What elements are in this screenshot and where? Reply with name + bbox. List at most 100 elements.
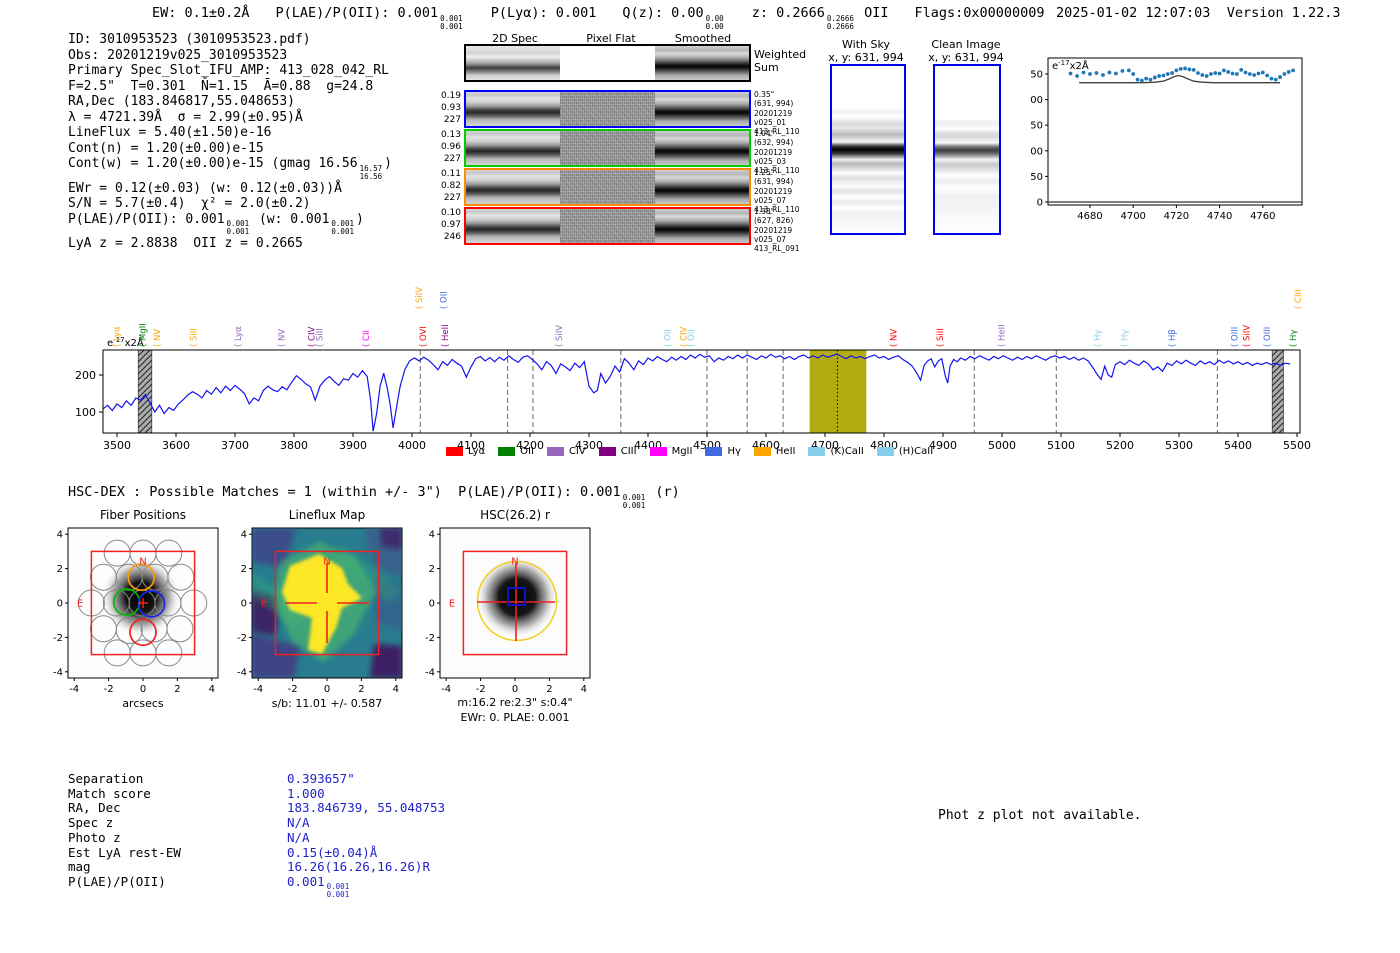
inset-y-tick: 150	[1030, 121, 1043, 132]
cutout-row-images	[464, 207, 751, 245]
cutout-row-meta: 1.38" (627, 826) 20201219 v025_07 413_RL_091	[754, 207, 800, 254]
data-point	[1088, 72, 1092, 76]
header-stat: EW: 0.1±0.2Å	[152, 5, 250, 21]
x-tick-label: 4000	[398, 439, 426, 452]
data-point	[1068, 71, 1073, 76]
emission-line-label: ( OVI	[419, 326, 429, 347]
x-tick-label: 3700	[221, 439, 249, 452]
legend-item: OII	[498, 446, 534, 457]
inset-y-tick: 200	[1030, 95, 1043, 106]
legend-item: MgII	[649, 446, 693, 457]
emission-line-label: ( SiIV	[555, 325, 565, 347]
legend-swatch	[876, 447, 894, 456]
data-point	[1226, 70, 1231, 74]
clean-image-title: Clean Image x, y: 631, 994	[928, 38, 1004, 64]
panel-x-tick: -4	[253, 684, 263, 695]
cutout-row-weights: 0.13 0.96 227	[440, 130, 461, 164]
cutout-smoothimg	[655, 170, 749, 204]
emission-line-label: ( OII	[439, 291, 449, 309]
panel-x-tick: 0	[324, 684, 330, 695]
x-tick-label: 5100	[1047, 439, 1075, 452]
inset-x-tick: 4740	[1207, 211, 1232, 222]
stacked-fraction: 0.001 0.001	[326, 882, 350, 900]
panel-x-tick: 2	[358, 684, 364, 695]
x-tick-label: 3900	[339, 439, 367, 452]
emission-line-label: ( OIII	[1263, 327, 1273, 347]
panel-x-tick: 0	[140, 684, 146, 695]
cutout-flatimg	[560, 170, 655, 204]
header-stat: Flags:0x00000009	[914, 5, 1045, 21]
legend-label: (K)CaII	[830, 446, 864, 457]
full-spectrum-chart: 3500 3600 3700 3800 3900 4000 4100 4200 4300 4400…	[75, 287, 1311, 452]
cutout-smoothimg	[655, 92, 749, 126]
emission-line-label: ( Hβ	[1168, 329, 1178, 347]
cutout-smoothimg	[655, 209, 749, 243]
data-point	[1234, 72, 1239, 76]
cutout-spec2d	[466, 131, 560, 165]
masked-region-band	[137, 349, 153, 434]
data-point	[1174, 68, 1179, 73]
legend-label: MgII	[671, 446, 693, 457]
inset-x-tick: 4720	[1164, 211, 1189, 222]
match-table-row: Est LyA rest-EW 0.15(±0.04)Å	[68, 845, 445, 861]
catalog-match-table: Separation 0.393657" Match score 1.000 RA, D…	[68, 771, 445, 900]
emission-line-label: ( SiIV	[415, 287, 425, 309]
emission-line-label: ( SiII	[190, 328, 200, 347]
match-row-value: N/A	[287, 815, 310, 831]
data-point	[1187, 67, 1192, 72]
match-table-row: Spec z N/A	[68, 815, 445, 831]
x-tick-label: 3800	[280, 439, 308, 452]
match-row-value: N/A	[287, 829, 310, 845]
legend-label: Hγ	[727, 446, 741, 457]
stacked-fraction: 0.001 0.001	[226, 219, 250, 236]
info-line: Obs: 20201219v025_3010953523	[68, 47, 288, 63]
report-header-stats: EW: 0.1±0.2Å P(LAE)/P(OII): 0.001 0.001 0.0…	[152, 5, 1071, 31]
emission-line-label: ( NV	[278, 329, 288, 347]
info-line: RA,Dec (183.846817,55.048653)	[68, 94, 295, 109]
data-point	[1120, 69, 1125, 73]
legend-swatch	[598, 447, 616, 456]
match-row-label: mag	[68, 859, 91, 875]
emission-line-label: ( Lyα	[112, 326, 122, 347]
panel-y-tick: -4	[237, 667, 247, 678]
y-tick-label: 200	[75, 369, 96, 382]
panel-x-tick: 4	[581, 684, 587, 695]
x-tick-label: 5500	[1283, 439, 1311, 452]
north-label: N	[511, 556, 518, 567]
legend-swatch	[705, 447, 723, 456]
data-point	[1131, 72, 1136, 76]
info-line: Cont(n) = 1.20(±0.00)e-15	[68, 140, 264, 156]
emission-line-label: ( OII	[663, 329, 673, 347]
match-table-row: Match score 1.000	[68, 786, 445, 802]
header-stat: P(Lyα): 0.001	[490, 5, 597, 21]
cutout-spec2d	[466, 170, 560, 204]
legend-item: CIII	[598, 446, 637, 457]
match-row-value: 16.26(16.26,16.26)R	[287, 859, 430, 875]
data-point	[1204, 74, 1209, 78]
data-point	[1157, 74, 1162, 78]
cutout-row-images	[464, 168, 751, 206]
data-point	[1200, 73, 1205, 77]
inset-x-tick: 4760	[1250, 211, 1275, 222]
inset-x-tick: 4680	[1077, 211, 1102, 222]
east-label: E	[261, 599, 267, 610]
weighted-smoothed-image	[655, 46, 749, 80]
data-point	[1161, 73, 1166, 78]
legend-label: (H)CaII	[898, 446, 934, 457]
emission-line-label: ( Lyα	[234, 326, 244, 347]
emission-line-label: ( HeII	[441, 324, 451, 347]
panel-y-tick: 0	[57, 599, 63, 610]
with-sky-image	[830, 64, 906, 235]
hsc-caption-2: EWr: 0. PLAE: 0.001	[460, 711, 569, 724]
panel-y-tick: 2	[57, 564, 63, 575]
panel-x-tick: 4	[393, 684, 399, 695]
panel-x-tick: -4	[441, 684, 451, 695]
x-tick-label: 3500	[103, 439, 131, 452]
data-point	[1230, 71, 1235, 76]
match-row-value: 0.393657"	[287, 771, 355, 786]
data-point	[1183, 66, 1187, 71]
data-point	[1239, 68, 1244, 72]
data-point	[1247, 72, 1252, 76]
cutout-row-weights: 0.19 0.93 227	[440, 91, 461, 125]
panel-y-tick: 4	[429, 530, 435, 541]
